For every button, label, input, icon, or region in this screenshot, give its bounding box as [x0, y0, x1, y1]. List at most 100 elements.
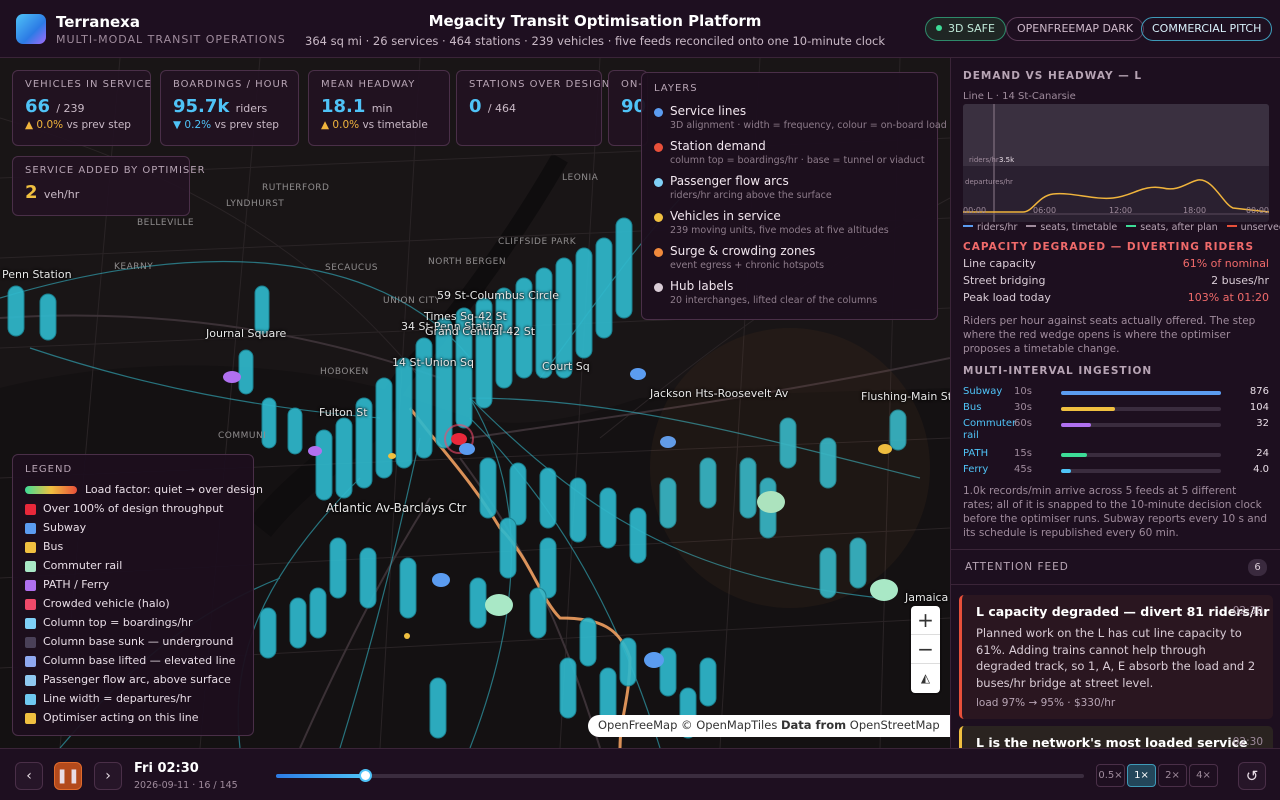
layers-title: LAYERS [654, 83, 698, 94]
pause-button[interactable]: ❚❚ [54, 762, 82, 790]
card-time: 02:30 [1232, 736, 1263, 748]
timeline-scrubber[interactable] [276, 769, 1084, 782]
kpi-label: VEHICLES IN SERVICE [25, 79, 152, 90]
capacity-rows: Line capacity 61% of nominal Street bridgi… [963, 257, 1269, 308]
layer-toggle-3[interactable]: Vehicles in service 239 moving units, fiv… [654, 209, 925, 244]
playback-time: Fri 02:30 [134, 761, 199, 776]
feed-name: Subway [963, 386, 1003, 397]
chart-svg: riders/hr 3.5k departures/hr [963, 104, 1269, 222]
transit-map[interactable]: RUTHERFORD LYNDHURST BELLEVILLE KEARNY S… [0, 58, 950, 748]
legend-swatch [25, 542, 36, 553]
chart-legend-item: seats, after plan [1126, 222, 1218, 233]
3d-safe-label: 3D SAFE [948, 22, 995, 35]
layer-toggle-5[interactable]: Hub labels 20 interchanges, lifted clear … [654, 279, 925, 314]
feed-row: Commuter rail 60s 32 [963, 418, 1269, 448]
step-forward-button[interactable]: › [94, 762, 122, 790]
attrib-osm-link[interactable]: OpenStreetMap [850, 718, 940, 732]
layer-toggle-2[interactable]: Passenger flow arcs riders/hr arcing abov… [654, 174, 925, 209]
layer-toggle-4[interactable]: Surge & crowding zones event egress + chr… [654, 244, 925, 279]
compass-button[interactable]: ◭ [911, 664, 940, 693]
attrib-openfreemap-link[interactable]: OpenFreeMap [598, 718, 677, 732]
timeline-handle[interactable] [358, 769, 372, 782]
station-label: Court Sq [542, 360, 590, 373]
kpi-unit: min [371, 102, 393, 115]
zoom-out-button[interactable]: − [911, 635, 940, 664]
delta-up-icon: ▲ [321, 119, 330, 131]
layers-panel: LAYERS Service lines 3D alignment · width… [641, 72, 947, 320]
kpi-label: BOARDINGS / HOUR [173, 79, 289, 90]
chart-legend-label: seats, after plan [1140, 222, 1218, 233]
kpi-label: ON- [621, 79, 643, 90]
legend-item: Load factor: quiet → over design [25, 483, 263, 502]
place-label: LEONIA [562, 173, 599, 183]
demand-headway-chart: riders/hr 3.5k departures/hr [963, 104, 1269, 222]
legend-label: Column top = boardings/hr [43, 616, 193, 629]
layer-dot-icon [654, 213, 663, 222]
layer-toggle-1[interactable]: Station demand column top = boardings/hr … [654, 139, 925, 174]
attention-card[interactable]: L capacity degraded — divert 81 riders/h… [959, 595, 1273, 719]
feed-bar-fill [1061, 469, 1071, 473]
speed-button-2[interactable]: 2× [1158, 764, 1187, 787]
feed-bar [1061, 391, 1221, 395]
station-label: Flushing-Main St [861, 390, 950, 403]
attrib-openmaptiles-link[interactable]: © OpenMapTiles [681, 718, 777, 732]
zoom-control: + − ◭ [911, 606, 940, 693]
tick-label: 06:00 [1033, 206, 1057, 215]
layer-toggle-0[interactable]: Service lines 3D alignment · width = freq… [654, 104, 947, 139]
tick-label: 00:00 [963, 206, 987, 215]
kpi-unit: / 464 [487, 102, 517, 115]
kpi-value: 0 [469, 96, 482, 117]
place-label: COMMUNI [218, 431, 267, 441]
legend-label: Load factor: quiet → over design [85, 483, 263, 496]
legend-swatch [25, 504, 36, 515]
place-label: NORTH BERGEN [428, 257, 507, 267]
legend-item: Line width = departures/hr [25, 692, 241, 711]
kpi-vehicles: VEHICLES IN SERVICE 66 / 239 ▲ 0.0% vs p… [12, 70, 151, 146]
legend-label: PATH / Ferry [43, 578, 110, 591]
kpi-delta-text: vs prev step [66, 119, 131, 131]
station-label: 59 St-Columbus Circle [437, 289, 559, 302]
feed-bar [1061, 469, 1221, 473]
zoom-in-button[interactable]: + [911, 606, 940, 635]
speed-button-0[interactable]: 0.5× [1096, 764, 1125, 787]
commercial-pitch-toggle[interactable]: COMMERCIAL PITCH [1141, 17, 1273, 41]
kpi-value: 66 [25, 96, 51, 117]
legend-item: Bus [25, 540, 241, 559]
feed-interval: 30s [1014, 402, 1032, 413]
feed-count: 24 [1256, 448, 1269, 459]
layer-desc: 20 interchanges, lifted clear of the col… [670, 295, 878, 306]
legend-item: Optimiser acting on this line [25, 711, 241, 730]
place-label: RUTHERFORD [262, 183, 330, 193]
kpi-unit: veh/hr [43, 188, 80, 201]
attention-card[interactable]: L is the network's most loaded service 0… [959, 726, 1273, 748]
app-header: Terranexa MULTI-MODAL TRANSIT OPERATIONS… [0, 0, 1280, 58]
chart-legend-item: seats, timetable [1026, 222, 1117, 233]
legend-swatch [25, 580, 36, 591]
kpi-delta-text: vs timetable [362, 119, 428, 131]
place-label: UNION CITY [383, 296, 441, 306]
feed-count: 876 [1249, 386, 1269, 397]
surge-zone [650, 328, 930, 608]
kpi-value: 95.7k [173, 96, 230, 117]
speed-button-1[interactable]: 1× [1127, 764, 1156, 787]
tick-label: 12:00 [1109, 206, 1133, 215]
place-label: CLIFFSIDE PARK [498, 237, 577, 247]
legend-swatch [25, 561, 36, 572]
legend-item: Column base lifted — elevated line [25, 654, 241, 673]
reset-icon[interactable]: ↺ [1238, 762, 1266, 790]
kpi-stations-over-design: STATIONS OVER DESIGN 0 / 464 [456, 70, 609, 146]
3d-safe-toggle[interactable]: 3D SAFE [925, 17, 1006, 41]
legend-item: Column base sunk — underground [25, 635, 241, 654]
insight-panel[interactable]: DEMAND VS HEADWAY — L Line L · 14 St-Can… [950, 58, 1280, 748]
speed-button-3[interactable]: 4× [1189, 764, 1218, 787]
feed-row: Ferry 45s 4.0 [963, 464, 1269, 480]
layer-desc: 239 moving units, five modes at five alt… [670, 225, 889, 236]
card-footer: load 97% → 95% · $330/hr [976, 697, 1116, 709]
basemap-toggle[interactable]: OPENFREEMAP DARK [1006, 17, 1145, 41]
attention-title: ATTENTION FEED [965, 561, 1069, 573]
chart-legend-label: unserved [1240, 222, 1280, 233]
layer-dot-icon [654, 248, 663, 257]
chart-legend-label: riders/hr [977, 222, 1018, 233]
step-back-button[interactable]: ‹ [15, 762, 43, 790]
kpi-delta: 0.0% [332, 119, 360, 131]
